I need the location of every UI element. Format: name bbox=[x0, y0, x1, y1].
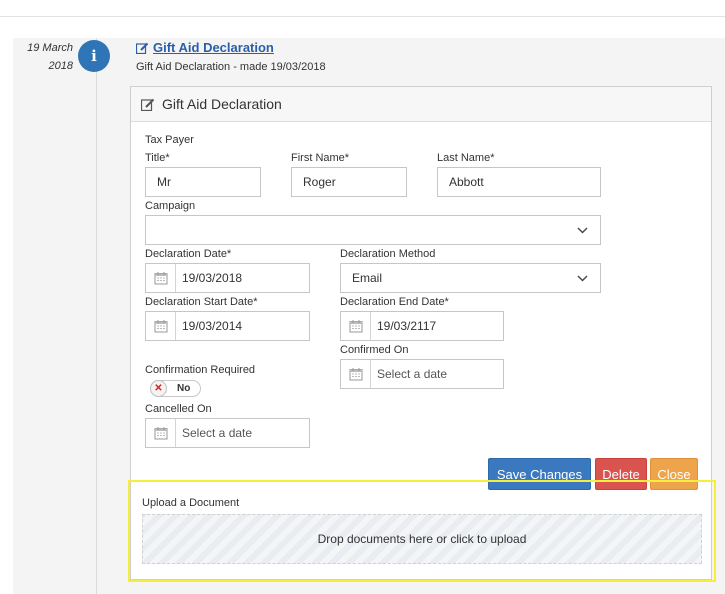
calendar-icon[interactable] bbox=[341, 360, 371, 388]
first-name-field[interactable]: Roger bbox=[291, 167, 407, 197]
timeline-date-day: 19 March bbox=[27, 42, 73, 54]
tax-payer-label: Tax Payer bbox=[145, 134, 194, 146]
entry-subtitle: Gift Aid Declaration - made 19/03/2018 bbox=[136, 61, 326, 73]
declaration-date-field[interactable]: 19/03/2018 bbox=[145, 263, 310, 293]
declaration-end-value: 19/03/2117 bbox=[377, 319, 437, 333]
entry-title-link[interactable]: Gift Aid Declaration bbox=[136, 40, 274, 55]
cancelled-on-field[interactable]: Select a date bbox=[145, 418, 310, 448]
chevron-down-icon bbox=[577, 275, 588, 281]
declaration-date-label: Declaration Date* bbox=[145, 248, 232, 260]
edit-icon bbox=[136, 42, 149, 54]
campaign-select[interactable] bbox=[145, 215, 601, 245]
last-name-label: Last Name* bbox=[437, 152, 495, 164]
title-label: Title* bbox=[145, 152, 170, 164]
calendar-icon[interactable] bbox=[341, 312, 371, 340]
edit-icon bbox=[141, 98, 155, 111]
declaration-start-field[interactable]: 19/03/2014 bbox=[145, 311, 310, 341]
upload-highlight-box bbox=[128, 480, 716, 582]
confirmation-required-label: Confirmation Required bbox=[145, 364, 256, 376]
confirmation-required-toggle[interactable]: ✕ No bbox=[150, 380, 201, 397]
last-name-field[interactable]: Abbott bbox=[437, 167, 601, 197]
first-name-label: First Name* bbox=[291, 152, 350, 164]
confirmed-on-label: Confirmed On bbox=[340, 344, 409, 356]
info-icon: i bbox=[78, 40, 110, 72]
declaration-method-value: Email bbox=[352, 271, 383, 285]
declaration-end-field[interactable]: 19/03/2117 bbox=[340, 311, 504, 341]
panel-header: Gift Aid Declaration bbox=[131, 87, 711, 122]
declaration-method-label: Declaration Method bbox=[340, 248, 436, 260]
calendar-icon[interactable] bbox=[146, 419, 176, 447]
confirmed-on-field[interactable]: Select a date bbox=[340, 359, 504, 389]
declaration-date-value: 19/03/2018 bbox=[182, 271, 243, 285]
calendar-icon[interactable] bbox=[146, 264, 176, 292]
top-bar bbox=[0, 0, 725, 17]
title-field[interactable]: Mr bbox=[145, 167, 261, 197]
confirmed-on-placeholder: Select a date bbox=[377, 367, 448, 381]
cancelled-on-placeholder: Select a date bbox=[182, 426, 253, 440]
declaration-start-value: 19/03/2014 bbox=[182, 319, 243, 333]
panel-title: Gift Aid Declaration bbox=[162, 96, 282, 112]
cancelled-on-label: Cancelled On bbox=[145, 403, 212, 415]
timeline-date-year: 2018 bbox=[48, 60, 73, 72]
chevron-down-icon bbox=[577, 227, 588, 233]
timeline-line bbox=[96, 38, 97, 594]
toggle-state-label: No bbox=[177, 383, 191, 394]
campaign-label: Campaign bbox=[145, 200, 196, 212]
declaration-end-label: Declaration End Date* bbox=[340, 296, 449, 308]
entry-title-text: Gift Aid Declaration bbox=[153, 40, 274, 55]
x-icon: ✕ bbox=[150, 380, 167, 397]
declaration-method-select[interactable]: Email bbox=[340, 263, 601, 293]
declaration-start-label: Declaration Start Date* bbox=[145, 296, 258, 308]
calendar-icon[interactable] bbox=[146, 312, 176, 340]
